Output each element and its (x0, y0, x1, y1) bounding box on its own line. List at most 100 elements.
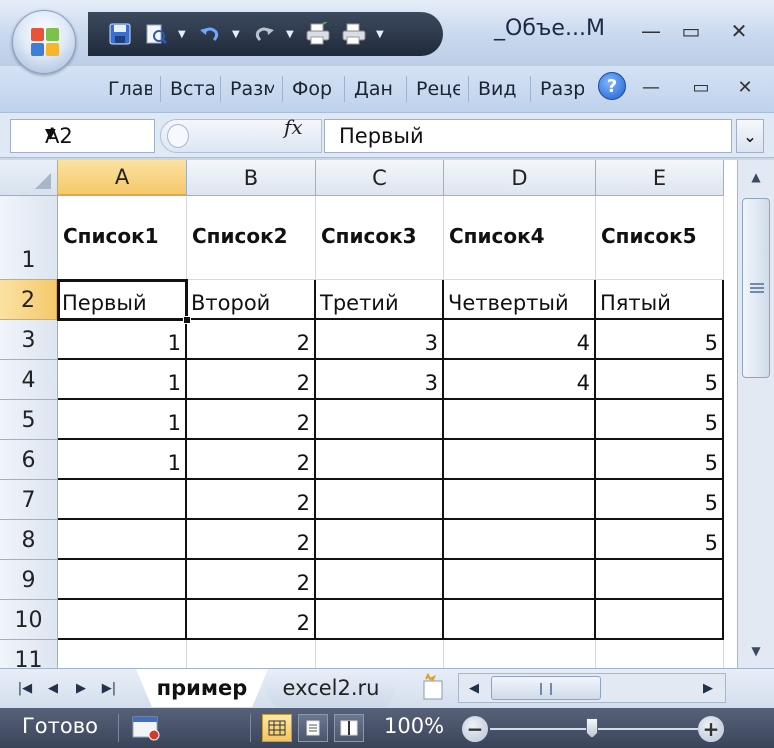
cell-c7[interactable] (316, 480, 444, 520)
tab-view[interactable]: Вид (478, 66, 522, 112)
row-header-2[interactable]: 2 (0, 280, 58, 320)
cell-d10[interactable] (444, 600, 596, 640)
row-header-4[interactable]: 4 (0, 360, 58, 400)
sheet-tab-primer[interactable]: пример (136, 669, 268, 707)
insert-function-icon[interactable]: fx (284, 115, 303, 139)
cell-a1[interactable]: Список1 (58, 196, 187, 280)
tab-home[interactable]: Глав (108, 66, 152, 112)
help-icon[interactable]: ? (598, 72, 626, 100)
row-header-10[interactable]: 10 (0, 600, 58, 640)
print-preview-icon[interactable] (142, 20, 170, 48)
cell-c5[interactable] (316, 400, 444, 440)
scroll-right-icon[interactable]: ▶ (697, 677, 719, 699)
row-header-11[interactable]: 11 (0, 640, 58, 668)
cell-b11[interactable] (187, 640, 316, 668)
tab-review[interactable]: Реце (416, 66, 460, 112)
cell-a7[interactable] (58, 480, 187, 520)
cell-e11[interactable] (596, 640, 724, 668)
column-header-e[interactable]: E (596, 160, 724, 196)
column-header-a[interactable]: A (58, 160, 187, 196)
cell-e9[interactable] (596, 560, 724, 600)
next-sheet-icon[interactable]: ▶ (70, 677, 92, 699)
zoom-out-button[interactable]: − (462, 716, 488, 742)
cell-a4[interactable]: 1 (58, 360, 187, 400)
cell-d4[interactable]: 4 (444, 360, 596, 400)
cell-c4[interactable]: 3 (316, 360, 444, 400)
select-all-corner[interactable] (0, 160, 58, 196)
cell-b3[interactable]: 2 (187, 320, 316, 360)
cell-b9[interactable]: 2 (187, 560, 316, 600)
cell-a3[interactable]: 1 (58, 320, 187, 360)
sheet-tab-excel2[interactable]: excel2.ru (256, 669, 406, 707)
cell-a9[interactable] (58, 560, 187, 600)
scroll-down-icon[interactable]: ▼ (742, 638, 770, 664)
zoom-level[interactable]: 100% (384, 714, 444, 738)
cell-e5[interactable]: 5 (596, 400, 724, 440)
cell-d1[interactable]: Список4 (444, 196, 596, 280)
undo-icon[interactable] (196, 20, 224, 48)
cell-c1[interactable]: Список3 (316, 196, 444, 280)
scroll-left-icon[interactable]: ◀ (463, 677, 485, 699)
vertical-scrollbar[interactable]: ▲ ▼ (737, 160, 774, 668)
tab-developer[interactable]: Разр (540, 66, 584, 112)
column-header-b[interactable]: B (187, 160, 316, 196)
fill-handle[interactable] (183, 316, 191, 324)
cell-b10[interactable]: 2 (187, 600, 316, 640)
cell-a5[interactable]: 1 (58, 400, 187, 440)
cell-a2[interactable]: Первый (58, 280, 187, 320)
page-break-view-icon[interactable] (334, 714, 364, 742)
cell-e10[interactable] (596, 600, 724, 640)
name-box[interactable]: A2 ▼ (10, 119, 155, 153)
minimize-button[interactable]: — (636, 18, 666, 44)
row-header-6[interactable]: 6 (0, 440, 58, 480)
cell-d7[interactable] (444, 480, 596, 520)
splitter-handle-icon[interactable] (167, 124, 189, 148)
cell-c10[interactable] (316, 600, 444, 640)
first-sheet-icon[interactable]: |◀ (14, 677, 36, 699)
row-header-5[interactable]: 5 (0, 400, 58, 440)
cell-d5[interactable] (444, 400, 596, 440)
row-header-8[interactable]: 8 (0, 520, 58, 560)
row-header-9[interactable]: 9 (0, 560, 58, 600)
tab-data[interactable]: Дан (354, 66, 398, 112)
tab-formulas[interactable]: Фор (292, 66, 336, 112)
worksheet-grid[interactable]: A B C D E 1 Список1 Список2 Список3 Список4 Список… (0, 160, 737, 668)
prev-sheet-icon[interactable]: ◀ (42, 677, 64, 699)
cell-c9[interactable] (316, 560, 444, 600)
cell-b8[interactable]: 2 (187, 520, 316, 560)
cell-c11[interactable] (316, 640, 444, 668)
cell-c2[interactable]: Третий (316, 280, 444, 320)
cell-b5[interactable]: 2 (187, 400, 316, 440)
chevron-down-icon[interactable]: ▼ (286, 29, 296, 40)
cell-c8[interactable] (316, 520, 444, 560)
redo-icon[interactable] (250, 20, 278, 48)
cell-e8[interactable]: 5 (596, 520, 724, 560)
save-icon[interactable] (106, 20, 134, 48)
tab-page-layout[interactable]: Разм (230, 66, 274, 112)
cell-c3[interactable]: 3 (316, 320, 444, 360)
cell-d8[interactable] (444, 520, 596, 560)
vertical-scroll-thumb[interactable] (742, 198, 770, 378)
chevron-down-icon[interactable]: ▼ (45, 126, 146, 142)
last-sheet-icon[interactable]: ▶| (98, 677, 120, 699)
maximize-button[interactable]: ▭ (676, 18, 706, 44)
chevron-down-icon[interactable]: ▼ (178, 29, 188, 40)
cell-d11[interactable] (444, 640, 596, 668)
cell-c6[interactable] (316, 440, 444, 480)
cell-e7[interactable]: 5 (596, 480, 724, 520)
cell-d2[interactable]: Четвертый (444, 280, 596, 320)
close-workbook-button[interactable]: ✕ (730, 74, 760, 100)
quick-print-icon[interactable] (304, 20, 332, 48)
cell-d9[interactable] (444, 560, 596, 600)
restore-workbook-button[interactable]: ▭ (686, 74, 716, 100)
minimize-workbook-button[interactable]: — (636, 74, 666, 100)
cell-b4[interactable]: 2 (187, 360, 316, 400)
cell-a8[interactable] (58, 520, 187, 560)
zoom-slider-thumb[interactable] (586, 718, 598, 738)
cell-b7[interactable]: 2 (187, 480, 316, 520)
row-header-3[interactable]: 3 (0, 320, 58, 360)
chevron-down-icon[interactable]: ▼ (232, 29, 242, 40)
normal-view-icon[interactable] (262, 714, 292, 742)
cell-b6[interactable]: 2 (187, 440, 316, 480)
cell-e3[interactable]: 5 (596, 320, 724, 360)
